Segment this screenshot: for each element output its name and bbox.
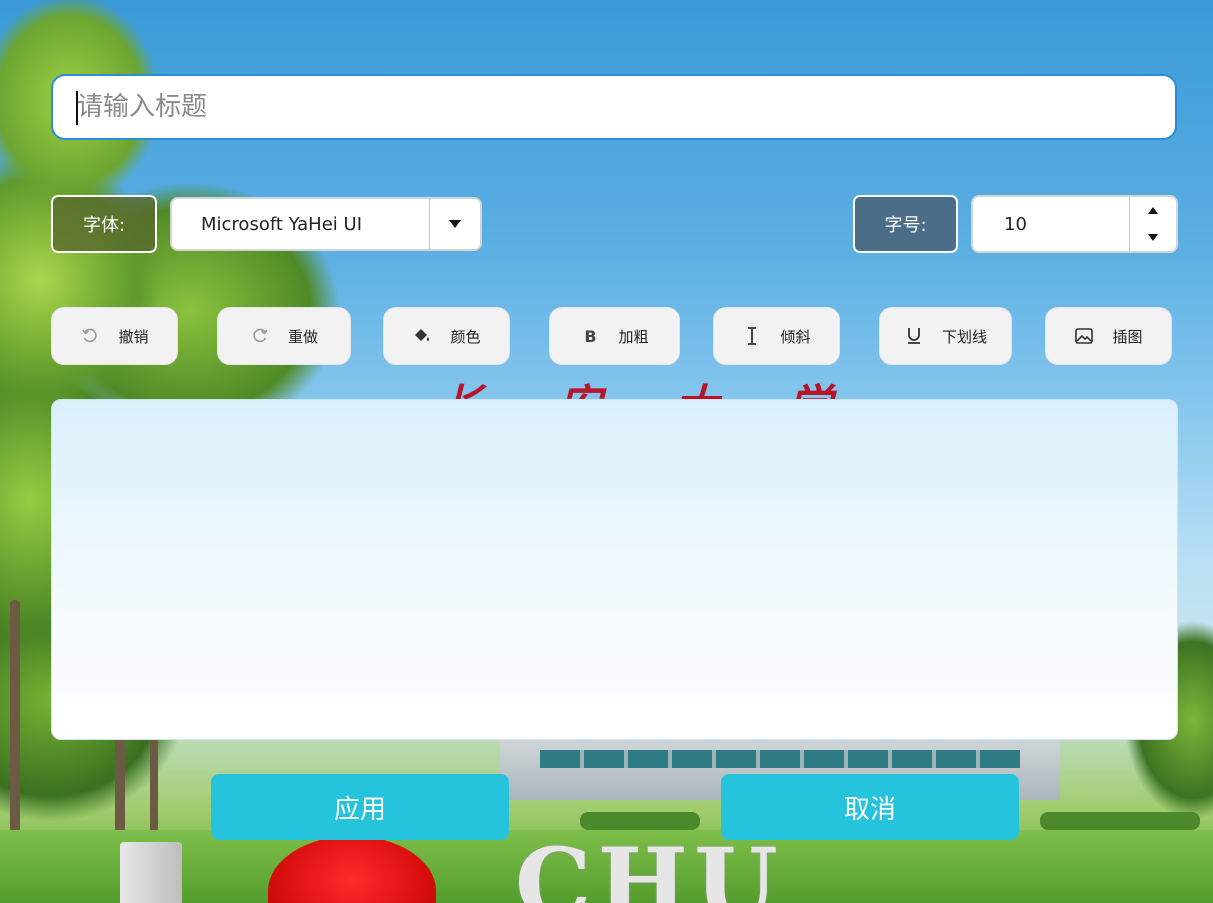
insert-image-button[interactable]: 插图	[1045, 307, 1172, 365]
italic-label: 倾斜	[780, 327, 811, 346]
title-input[interactable]	[51, 74, 1177, 140]
chevron-down-icon	[449, 220, 461, 228]
cancel-button[interactable]: 取消	[721, 774, 1019, 840]
font-size-decrement-button[interactable]	[1130, 224, 1176, 251]
underline-label: 下划线	[941, 327, 987, 346]
font-family-value: Microsoft YaHei UI	[201, 213, 362, 235]
bold-icon: B	[584, 326, 597, 346]
bold-button[interactable]: B 加粗	[549, 307, 680, 365]
redo-label: 重做	[287, 327, 318, 346]
hedge	[1040, 812, 1200, 830]
font-dropdown-button[interactable]	[429, 199, 480, 249]
image-icon	[1074, 326, 1094, 346]
font-size-increment-button[interactable]	[1130, 197, 1176, 224]
apply-button[interactable]: 应用	[211, 774, 509, 840]
undo-icon	[80, 326, 100, 346]
font-size-spinbox[interactable]: 10	[971, 195, 1178, 253]
sign-letter: H	[597, 827, 695, 903]
paint-bucket-icon	[412, 326, 432, 346]
arrow-down-icon	[1148, 234, 1158, 241]
undo-label: 撤销	[118, 327, 149, 346]
text-caret	[76, 91, 78, 125]
redo-icon	[250, 326, 270, 346]
arrow-up-icon	[1148, 207, 1158, 214]
bold-label: 加粗	[618, 327, 649, 346]
font-size-label: 字号:	[853, 195, 958, 253]
insert-image-label: 插图	[1112, 327, 1143, 346]
redo-button[interactable]: 重做	[217, 307, 351, 365]
font-family-select[interactable]: Microsoft YaHei UI	[170, 197, 482, 251]
italic-icon	[742, 326, 762, 346]
underline-button[interactable]: 下划线	[879, 307, 1012, 365]
content-editor[interactable]	[51, 399, 1178, 740]
font-label: 字体:	[51, 195, 157, 253]
sign-letter: C	[515, 827, 598, 903]
color-button[interactable]: 颜色	[383, 307, 510, 365]
undo-button[interactable]: 撤销	[51, 307, 178, 365]
font-size-value[interactable]: 10	[973, 214, 1129, 235]
color-label: 颜色	[450, 327, 481, 346]
sign-letters: CHU	[515, 836, 784, 903]
underline-icon	[904, 326, 924, 346]
italic-button[interactable]: 倾斜	[713, 307, 840, 365]
sign-letter-i	[120, 842, 182, 903]
